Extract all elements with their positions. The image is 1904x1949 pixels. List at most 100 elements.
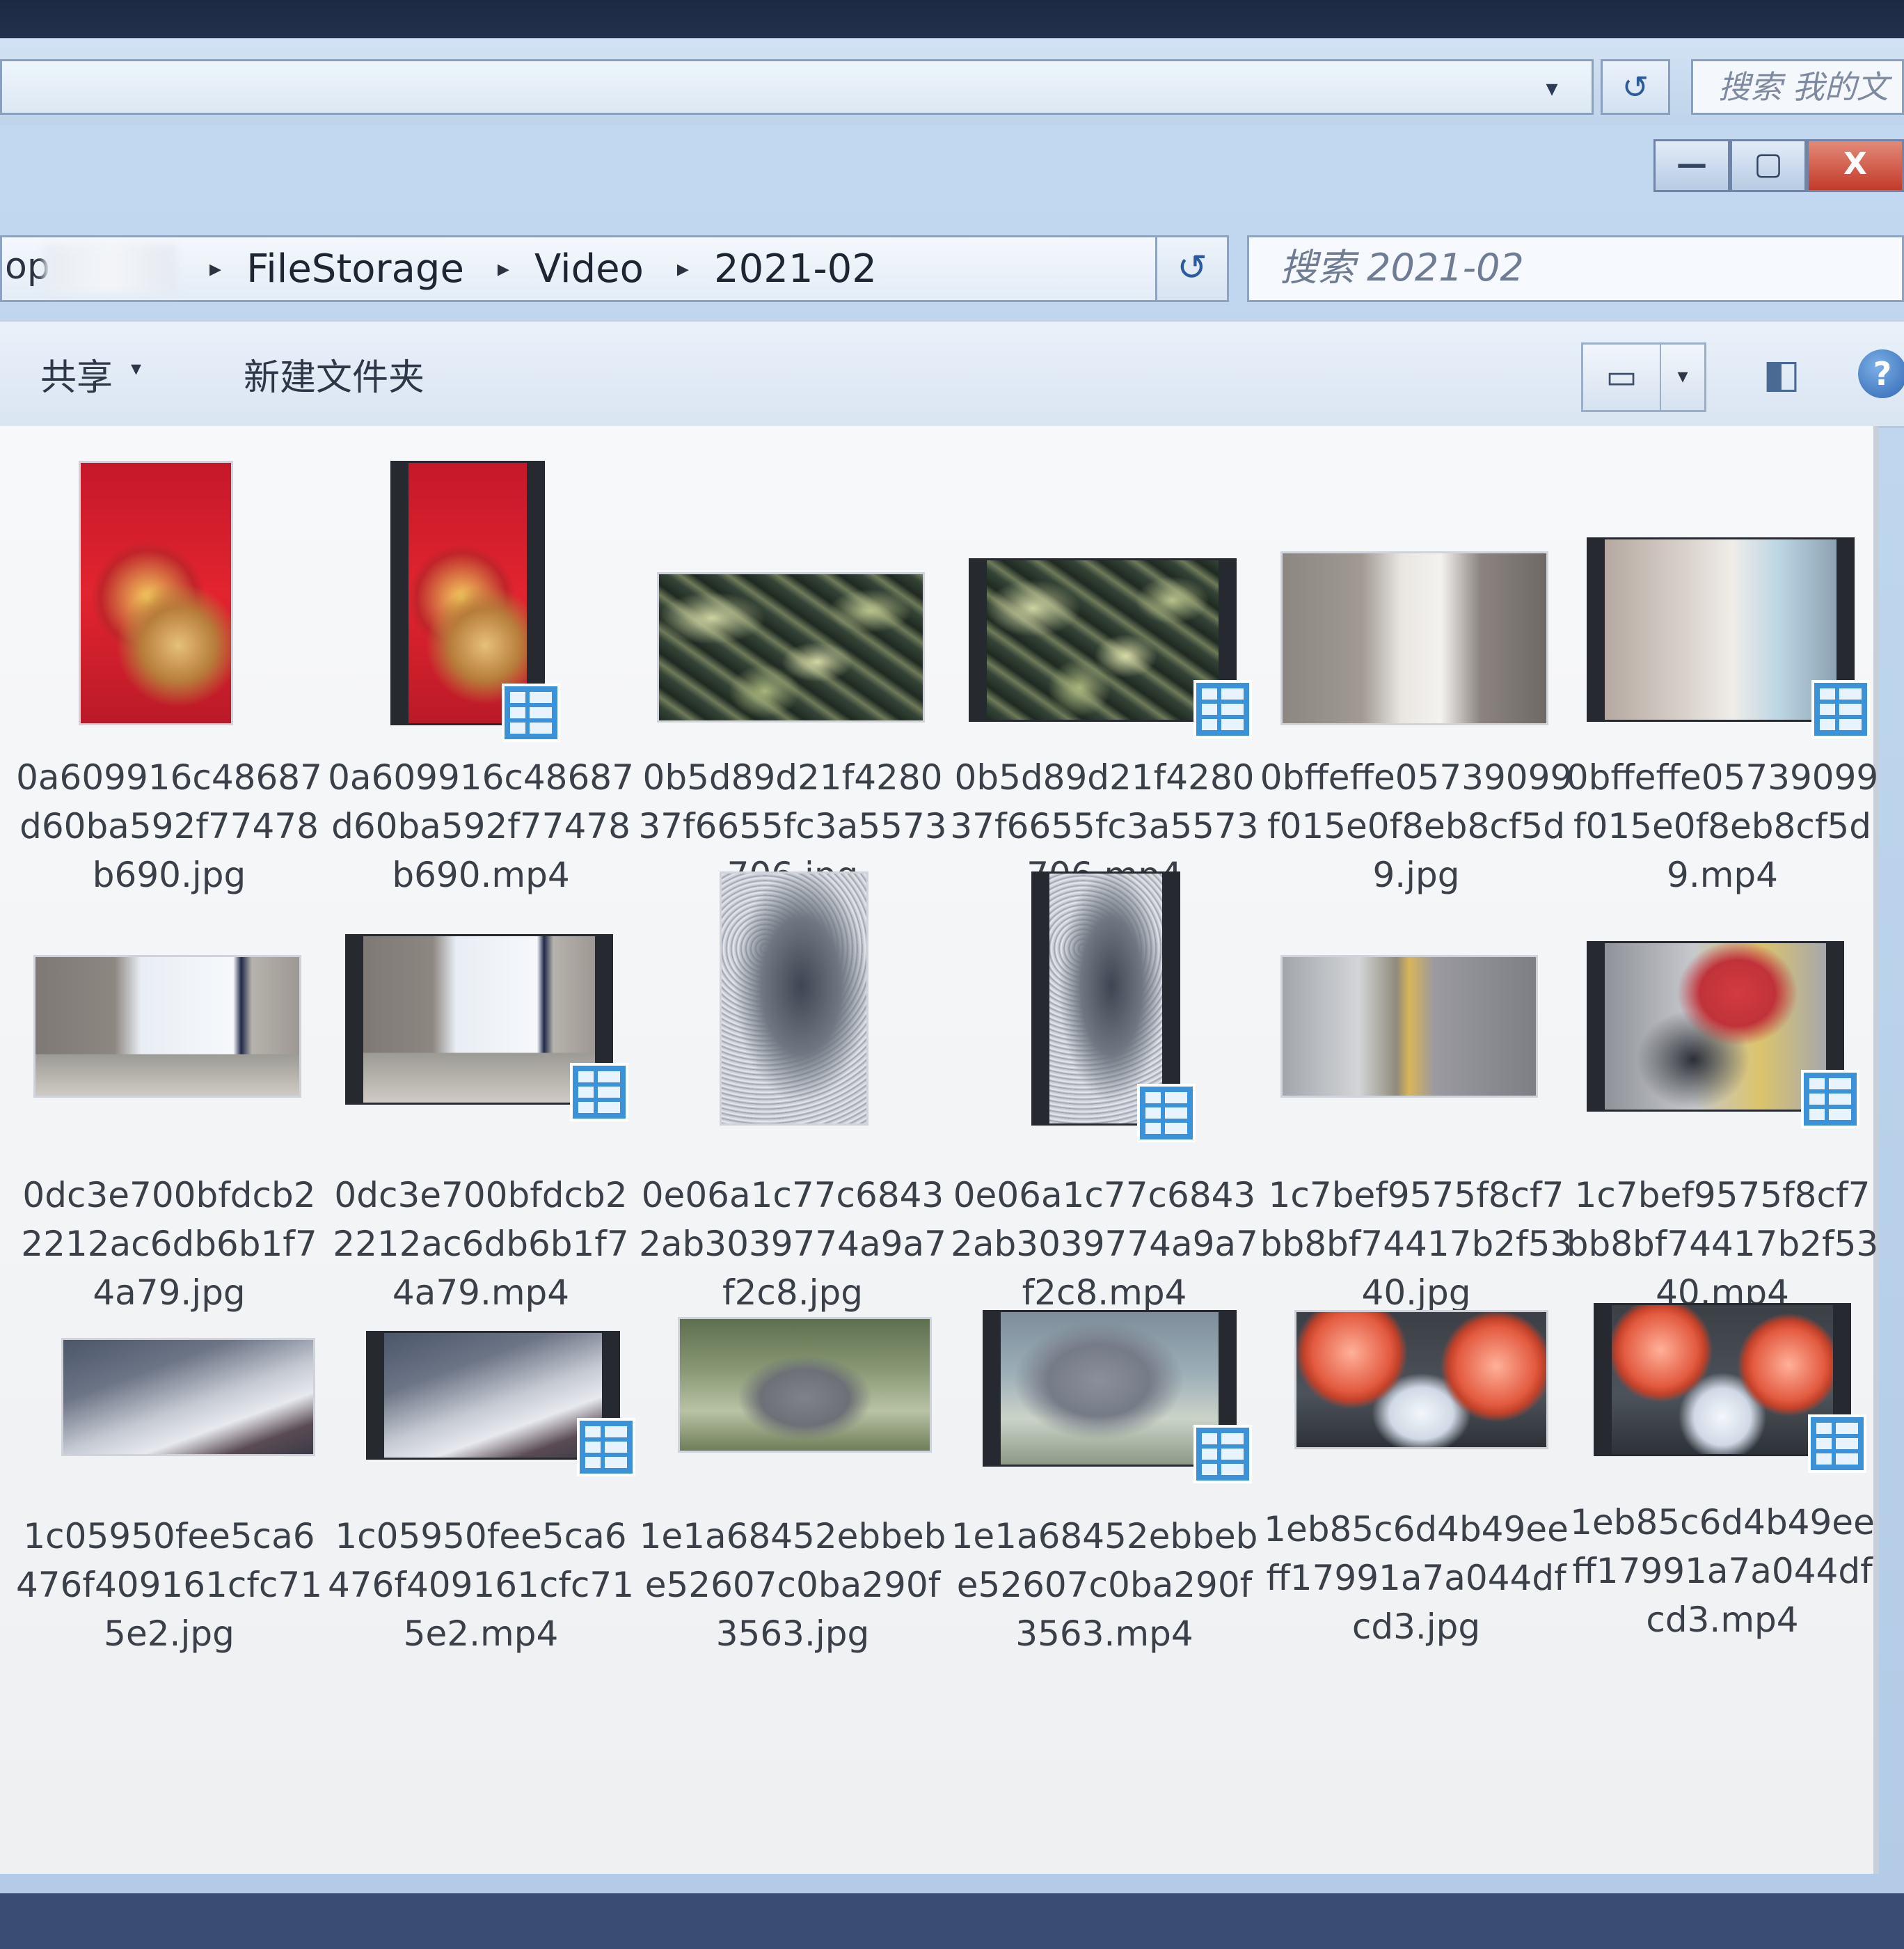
film-strip-icon [969,560,987,720]
breadcrumb-separator-icon[interactable]: ▸ [498,255,509,283]
video-player-icon [577,1418,635,1476]
breadcrumb-item-filestorage[interactable]: FileStorage [246,246,464,292]
file-item-video[interactable]: 1eb85c6d4b49eeff17991a7a044dfcd3.mp4 [1566,1282,1879,1728]
background-search-input[interactable]: 搜索 我的文 [1691,59,1904,115]
file-item-video[interactable]: 1c7bef9575f8cf7bb8bf74417b2f5340.mp4 [1566,858,1879,1313]
file-item-video[interactable]: 0dc3e700bfdcb22212ac6db6b1f74a79.mp4 [324,858,637,1313]
file-item-image[interactable]: 0bffeffe05739099f015e0f8eb8cf5d9.jpg [1260,447,1573,895]
file-item-video[interactable]: 0b5d89d21f428037f6655fc3a5573706.mp4 [948,447,1261,895]
file-item-image[interactable]: 1eb85c6d4b49eeff17991a7a044dfcd3.jpg [1260,1282,1573,1728]
background-address-bar[interactable] [0,59,1594,115]
maximize-button[interactable]: ▢ [1730,139,1807,192]
video-player-icon-segment [1221,1433,1244,1444]
film-strip-icon [1594,1305,1612,1454]
video-player-icon-segment [1145,1107,1161,1119]
redacted-path-segment [44,244,176,293]
view-icon[interactable]: ▭ [1583,345,1661,410]
close-button[interactable]: X [1807,139,1904,192]
film-strip-icon [1031,874,1049,1123]
image-thumbnail[interactable] [1280,551,1548,725]
chevron-down-icon[interactable]: ▾ [1661,345,1704,410]
file-item-image[interactable]: 0dc3e700bfdcb22212ac6db6b1f74a79.jpg [13,858,326,1313]
preview-pane-icon[interactable]: ◧ [1754,347,1809,402]
file-item-image[interactable]: 0b5d89d21f428037f6655fc3a5573706.jpg [636,447,949,895]
change-view-button[interactable]: ▭ ▾ [1581,342,1706,412]
file-item-video[interactable]: 0e06a1c77c68432ab3039774a9a7f2c8.mp4 [948,858,1261,1313]
video-player-icon-segment [605,1457,627,1468]
help-icon[interactable]: ? [1858,349,1904,398]
breadcrumb-separator-icon[interactable]: ▸ [209,255,221,283]
video-player-icon-segment [510,707,525,718]
video-player-icon-segment [585,1442,601,1453]
film-strip-icon [390,463,408,723]
breadcrumb[interactable]: op ▸ FileStorage ▸ Video ▸ 2021-02 ▾ [0,235,1218,302]
breadcrumb-item-current-folder[interactable]: 2021-02 [714,246,877,292]
command-bar: 共享 ▾ 新建文件夹 ▭ ▾ ◧ ? [0,320,1904,428]
file-item-image[interactable]: 1c7bef9575f8cf7bb8bf74417b2f5340.jpg [1260,858,1573,1313]
video-player-icon-segment [1820,688,1835,700]
share-button[interactable]: 共享 [40,348,113,400]
video-player-icon [1808,1414,1866,1473]
video-player-icon-segment [585,1457,601,1468]
video-player-icon-segment [1145,1092,1161,1103]
refresh-button[interactable]: ↺ [1155,235,1229,302]
video-player-icon-segment [1221,704,1244,715]
video-player-icon [1811,680,1870,739]
window-controls: — ▢ X [1653,139,1904,192]
file-name-label: 1eb85c6d4b49eeff17991a7a044dfcd3.jpg [1264,1509,1569,1647]
video-player-icon-segment [1829,1094,1851,1105]
file-name-label: 1eb85c6d4b49eeff17991a7a044dfcd3.mp4 [1570,1502,1875,1640]
film-strip-icon [366,1333,384,1458]
file-item-image[interactable]: 1c05950fee5ca6476f409161cfc715e2.jpg [13,1282,326,1728]
video-player-icon-segment [1145,1123,1161,1134]
video-player-icon-segment [1165,1123,1187,1134]
video-player-icon-segment [1202,1449,1217,1460]
video-player-icon [502,684,560,742]
file-item-video[interactable]: 1c05950fee5ca6476f409161cfc715e2.mp4 [324,1282,637,1728]
image-thumbnail[interactable] [33,955,301,1098]
video-player-icon-segment [1202,704,1217,715]
video-player-icon-segment [1221,1464,1244,1475]
file-item-image[interactable]: 1e1a68452ebbebe52607c0ba290f3563.jpg [636,1282,949,1728]
video-player-icon-segment [578,1102,594,1113]
video-player-icon-segment [1202,1464,1217,1475]
image-thumbnail[interactable] [1294,1310,1548,1449]
video-player-icon-segment [1202,688,1217,700]
file-item-image[interactable]: 0e06a1c77c68432ab3039774a9a7f2c8.jpg [636,858,949,1313]
new-folder-button[interactable]: 新建文件夹 [244,348,425,400]
chevron-down-icon[interactable]: ▾ [1538,74,1566,102]
file-item-video[interactable]: 1e1a68452ebbebe52607c0ba290f3563.mp4 [948,1282,1261,1728]
image-thumbnail[interactable] [79,461,233,725]
video-player-icon-segment [1165,1107,1187,1119]
video-player-icon-segment [1816,1423,1832,1434]
minimize-button[interactable]: — [1653,139,1730,192]
breadcrumb-separator-icon[interactable]: ▸ [677,255,689,283]
file-name-label: 1e1a68452ebbebe52607c0ba290f3563.mp4 [951,1516,1258,1654]
refresh-icon[interactable]: ↺ [1601,59,1670,115]
file-item-video[interactable]: 0a609916c48687d60ba592f77478b690.mp4 [324,447,637,895]
background-window: ▾ ↺ 搜索 我的文 [0,38,1904,135]
video-player-icon-segment [1839,719,1862,730]
video-player-icon-segment [1839,688,1862,700]
image-thumbnail[interactable] [720,871,868,1126]
film-strip-icon [1587,539,1605,720]
file-item-video[interactable]: 0bffeffe05739099f015e0f8eb8cf5d9.mp4 [1566,447,1879,895]
file-name-label: 1e1a68452ebbebe52607c0ba290f3563.jpg [639,1516,946,1654]
video-player-icon-segment [598,1087,620,1098]
video-player-icon-segment [1165,1092,1187,1103]
image-thumbnail[interactable] [657,572,925,723]
search-input[interactable]: 搜索 2021-02 [1247,235,1904,302]
video-player-icon-segment [530,707,552,718]
breadcrumb-item-video[interactable]: Video [534,246,644,292]
video-player-icon-segment [510,692,525,703]
image-thumbnail[interactable] [1280,955,1538,1098]
video-player-icon-segment [1809,1094,1825,1105]
image-thumbnail[interactable] [61,1338,315,1456]
video-player-icon-segment [1221,688,1244,700]
video-player-icon-segment [1820,704,1835,715]
video-player-icon-segment [1221,719,1244,730]
chevron-down-icon[interactable]: ▾ [131,356,141,381]
video-player-icon-segment [530,723,552,734]
image-thumbnail[interactable] [678,1317,932,1453]
file-item-image[interactable]: 0a609916c48687d60ba592f77478b690.jpg [13,447,326,895]
